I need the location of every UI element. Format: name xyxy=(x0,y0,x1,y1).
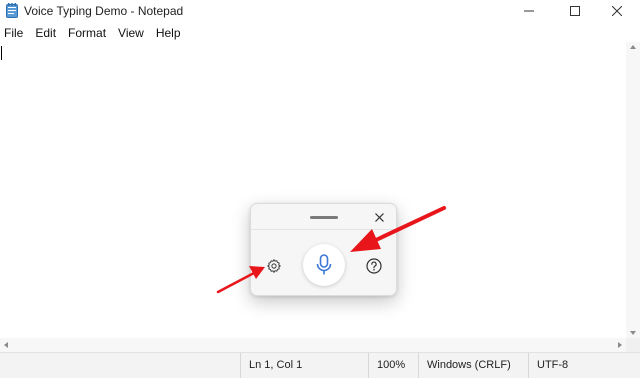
status-line-ending: Windows (CRLF) xyxy=(418,353,528,378)
close-button[interactable] xyxy=(594,0,640,22)
maximize-button[interactable] xyxy=(552,0,598,22)
voice-help-button[interactable] xyxy=(364,256,384,276)
menu-file[interactable]: File xyxy=(4,26,23,40)
scroll-left-arrow-icon[interactable] xyxy=(4,342,8,348)
text-caret xyxy=(1,46,2,60)
help-icon xyxy=(366,258,382,274)
menu-bar: File Edit Format View Help xyxy=(0,24,640,42)
menu-help[interactable]: Help xyxy=(156,26,181,40)
drag-handle-icon[interactable] xyxy=(310,216,338,219)
status-zoom: 100% xyxy=(368,353,418,378)
scroll-down-arrow-icon[interactable] xyxy=(630,331,636,335)
voice-typing-panel xyxy=(250,203,397,296)
menu-edit[interactable]: Edit xyxy=(35,26,56,40)
minimize-icon xyxy=(524,10,534,12)
minimize-button[interactable] xyxy=(506,0,552,22)
notepad-icon xyxy=(6,3,18,18)
horizontal-scrollbar[interactable] xyxy=(0,338,626,352)
close-icon xyxy=(374,212,384,222)
menu-view[interactable]: View xyxy=(118,26,144,40)
menu-format[interactable]: Format xyxy=(68,26,106,40)
status-encoding: UTF-8 xyxy=(528,353,640,378)
close-icon xyxy=(612,6,622,16)
scroll-right-arrow-icon[interactable] xyxy=(618,342,622,348)
maximize-icon xyxy=(570,6,580,16)
scroll-up-arrow-icon[interactable] xyxy=(630,45,636,49)
status-bar: Ln 1, Col 1 100% Windows (CRLF) UTF-8 xyxy=(0,352,640,378)
microphone-icon xyxy=(316,254,332,275)
window-title: Voice Typing Demo - Notepad xyxy=(24,4,184,18)
voice-settings-button[interactable] xyxy=(264,256,284,276)
title-bar: Voice Typing Demo - Notepad xyxy=(0,0,640,22)
status-cursor-position: Ln 1, Col 1 xyxy=(240,353,368,378)
panel-divider xyxy=(251,229,396,230)
microphone-button[interactable] xyxy=(303,244,345,286)
voice-close-button[interactable] xyxy=(369,208,389,226)
gear-icon xyxy=(267,259,281,273)
scrollbar-corner xyxy=(626,338,640,352)
vertical-scrollbar[interactable] xyxy=(626,42,640,338)
